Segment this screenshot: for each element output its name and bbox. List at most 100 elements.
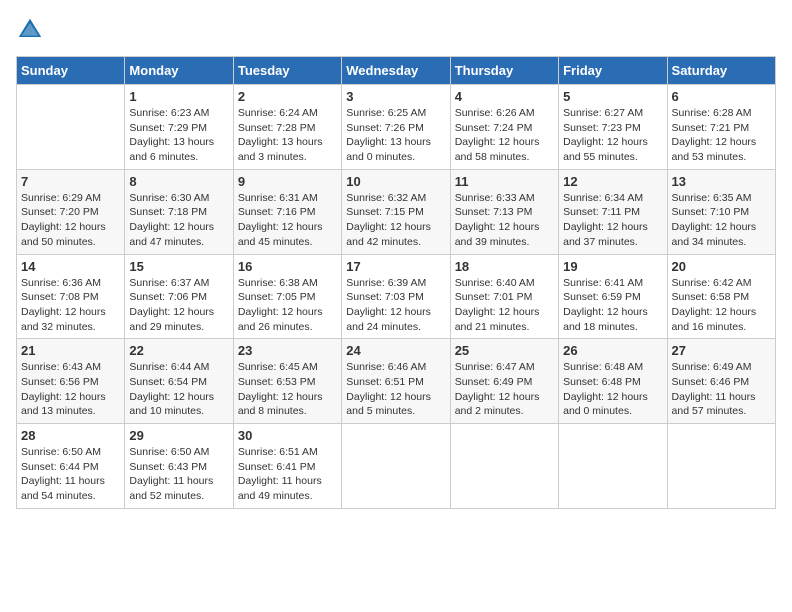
cell-info: Sunrise: 6:44 AMSunset: 6:54 PMDaylight:… — [129, 360, 228, 419]
cell-info: Sunrise: 6:26 AMSunset: 7:24 PMDaylight:… — [455, 106, 554, 165]
day-number: 17 — [346, 259, 445, 274]
day-number: 29 — [129, 428, 228, 443]
calendar-header-saturday: Saturday — [667, 57, 775, 85]
cell-info: Sunrise: 6:47 AMSunset: 6:49 PMDaylight:… — [455, 360, 554, 419]
cell-info: Sunrise: 6:25 AMSunset: 7:26 PMDaylight:… — [346, 106, 445, 165]
calendar-cell: 30 Sunrise: 6:51 AMSunset: 6:41 PMDayligh… — [233, 424, 341, 509]
calendar-cell: 17 Sunrise: 6:39 AMSunset: 7:03 PMDayligh… — [342, 254, 450, 339]
calendar-cell: 28Sunrise: 6:50 AMSunset: 6:44 PMDayligh… — [17, 424, 125, 509]
day-number: 28 — [21, 428, 120, 443]
calendar-cell: 7 Sunrise: 6:29 AMSunset: 7:20 PMDaylight… — [17, 169, 125, 254]
cell-info: Sunrise: 6:33 AMSunset: 7:13 PMDaylight:… — [455, 191, 554, 250]
calendar-cell: 2 Sunrise: 6:24 AMSunset: 7:28 PMDaylight… — [233, 85, 341, 170]
calendar-cell: 29Sunrise: 6:50 AMSunset: 6:43 PMDayligh… — [125, 424, 233, 509]
cell-info: Sunrise: 6:28 AMSunset: 7:21 PMDaylight:… — [672, 106, 771, 165]
day-number: 25 — [455, 343, 554, 358]
calendar-cell — [667, 424, 775, 509]
calendar-cell: 16 Sunrise: 6:38 AMSunset: 7:05 PMDayligh… — [233, 254, 341, 339]
day-number: 23 — [238, 343, 337, 358]
calendar-week-row: 21 Sunrise: 6:43 AMSunset: 6:56 PMDayligh… — [17, 339, 776, 424]
day-number: 3 — [346, 89, 445, 104]
calendar-cell: 20 Sunrise: 6:42 AMSunset: 6:58 PMDayligh… — [667, 254, 775, 339]
day-number: 26 — [563, 343, 662, 358]
cell-info: Sunrise: 6:45 AMSunset: 6:53 PMDaylight:… — [238, 360, 337, 419]
calendar-cell: 14 Sunrise: 6:36 AMSunset: 7:08 PMDayligh… — [17, 254, 125, 339]
logo-icon — [16, 16, 44, 44]
calendar-cell — [450, 424, 558, 509]
day-number: 15 — [129, 259, 228, 274]
cell-info: Sunrise: 6:35 AMSunset: 7:10 PMDaylight:… — [672, 191, 771, 250]
calendar-cell: 15 Sunrise: 6:37 AMSunset: 7:06 PMDayligh… — [125, 254, 233, 339]
calendar-cell: 25 Sunrise: 6:47 AMSunset: 6:49 PMDayligh… — [450, 339, 558, 424]
cell-info: Sunrise: 6:39 AMSunset: 7:03 PMDaylight:… — [346, 276, 445, 335]
calendar-cell: 10 Sunrise: 6:32 AMSunset: 7:15 PMDayligh… — [342, 169, 450, 254]
day-number: 10 — [346, 174, 445, 189]
day-number: 20 — [672, 259, 771, 274]
calendar-cell: 6 Sunrise: 6:28 AMSunset: 7:21 PMDaylight… — [667, 85, 775, 170]
calendar-cell: 12Sunrise: 6:34 AMSunset: 7:11 PMDayligh… — [559, 169, 667, 254]
cell-info: Sunrise: 6:40 AMSunset: 7:01 PMDaylight:… — [455, 276, 554, 335]
cell-info: Sunrise: 6:29 AMSunset: 7:20 PMDaylight:… — [21, 191, 120, 250]
calendar-table: SundayMondayTuesdayWednesdayThursdayFrid… — [16, 56, 776, 509]
calendar-cell: 4 Sunrise: 6:26 AMSunset: 7:24 PMDaylight… — [450, 85, 558, 170]
day-number: 21 — [21, 343, 120, 358]
day-number: 8 — [129, 174, 228, 189]
calendar-header-monday: Monday — [125, 57, 233, 85]
day-number: 6 — [672, 89, 771, 104]
calendar-cell: 3 Sunrise: 6:25 AMSunset: 7:26 PMDaylight… — [342, 85, 450, 170]
calendar-cell: 5 Sunrise: 6:27 AMSunset: 7:23 PMDaylight… — [559, 85, 667, 170]
cell-info: Sunrise: 6:43 AMSunset: 6:56 PMDaylight:… — [21, 360, 120, 419]
calendar-cell: 19 Sunrise: 6:41 AMSunset: 6:59 PMDayligh… — [559, 254, 667, 339]
day-number: 22 — [129, 343, 228, 358]
calendar-cell: 27 Sunrise: 6:49 AMSunset: 6:46 PMDayligh… — [667, 339, 775, 424]
day-number: 14 — [21, 259, 120, 274]
cell-info: Sunrise: 6:41 AMSunset: 6:59 PMDaylight:… — [563, 276, 662, 335]
calendar-cell: 21 Sunrise: 6:43 AMSunset: 6:56 PMDayligh… — [17, 339, 125, 424]
calendar-cell: 22 Sunrise: 6:44 AMSunset: 6:54 PMDayligh… — [125, 339, 233, 424]
cell-info: Sunrise: 6:27 AMSunset: 7:23 PMDaylight:… — [563, 106, 662, 165]
cell-info: Sunrise: 6:34 AMSunset: 7:11 PMDaylight:… — [563, 191, 662, 250]
cell-info: Sunrise: 6:32 AMSunset: 7:15 PMDaylight:… — [346, 191, 445, 250]
calendar-cell — [559, 424, 667, 509]
day-number: 5 — [563, 89, 662, 104]
calendar-week-row: 28Sunrise: 6:50 AMSunset: 6:44 PMDayligh… — [17, 424, 776, 509]
day-number: 13 — [672, 174, 771, 189]
cell-info: Sunrise: 6:48 AMSunset: 6:48 PMDaylight:… — [563, 360, 662, 419]
cell-info: Sunrise: 6:24 AMSunset: 7:28 PMDaylight:… — [238, 106, 337, 165]
calendar-header-row: SundayMondayTuesdayWednesdayThursdayFrid… — [17, 57, 776, 85]
calendar-week-row: 7 Sunrise: 6:29 AMSunset: 7:20 PMDaylight… — [17, 169, 776, 254]
cell-info: Sunrise: 6:46 AMSunset: 6:51 PMDaylight:… — [346, 360, 445, 419]
calendar-week-row: 1Sunrise: 6:23 AMSunset: 7:29 PMDaylight… — [17, 85, 776, 170]
cell-info: Sunrise: 6:30 AMSunset: 7:18 PMDaylight:… — [129, 191, 228, 250]
day-number: 4 — [455, 89, 554, 104]
day-number: 27 — [672, 343, 771, 358]
day-number: 19 — [563, 259, 662, 274]
day-number: 16 — [238, 259, 337, 274]
cell-info: Sunrise: 6:36 AMSunset: 7:08 PMDaylight:… — [21, 276, 120, 335]
calendar-cell: 26 Sunrise: 6:48 AMSunset: 6:48 PMDayligh… — [559, 339, 667, 424]
cell-info: Sunrise: 6:37 AMSunset: 7:06 PMDaylight:… — [129, 276, 228, 335]
calendar-header-friday: Friday — [559, 57, 667, 85]
calendar-cell: 9Sunrise: 6:31 AMSunset: 7:16 PMDaylight… — [233, 169, 341, 254]
cell-info: Sunrise: 6:49 AMSunset: 6:46 PMDaylight:… — [672, 360, 771, 419]
calendar-header-wednesday: Wednesday — [342, 57, 450, 85]
day-number: 2 — [238, 89, 337, 104]
calendar-cell: 18Sunrise: 6:40 AMSunset: 7:01 PMDayligh… — [450, 254, 558, 339]
calendar-header-thursday: Thursday — [450, 57, 558, 85]
cell-info: Sunrise: 6:51 AMSunset: 6:41 PMDaylight:… — [238, 445, 337, 504]
day-number: 7 — [21, 174, 120, 189]
calendar-week-row: 14 Sunrise: 6:36 AMSunset: 7:08 PMDayligh… — [17, 254, 776, 339]
cell-info: Sunrise: 6:38 AMSunset: 7:05 PMDaylight:… — [238, 276, 337, 335]
day-number: 11 — [455, 174, 554, 189]
calendar-cell: 11 Sunrise: 6:33 AMSunset: 7:13 PMDayligh… — [450, 169, 558, 254]
calendar-cell — [17, 85, 125, 170]
cell-info: Sunrise: 6:42 AMSunset: 6:58 PMDaylight:… — [672, 276, 771, 335]
day-number: 30 — [238, 428, 337, 443]
page-header — [16, 16, 776, 44]
calendar-cell: 1Sunrise: 6:23 AMSunset: 7:29 PMDaylight… — [125, 85, 233, 170]
day-number: 24 — [346, 343, 445, 358]
calendar-cell: 8 Sunrise: 6:30 AMSunset: 7:18 PMDaylight… — [125, 169, 233, 254]
calendar-cell — [342, 424, 450, 509]
calendar-header-tuesday: Tuesday — [233, 57, 341, 85]
calendar-header-sunday: Sunday — [17, 57, 125, 85]
